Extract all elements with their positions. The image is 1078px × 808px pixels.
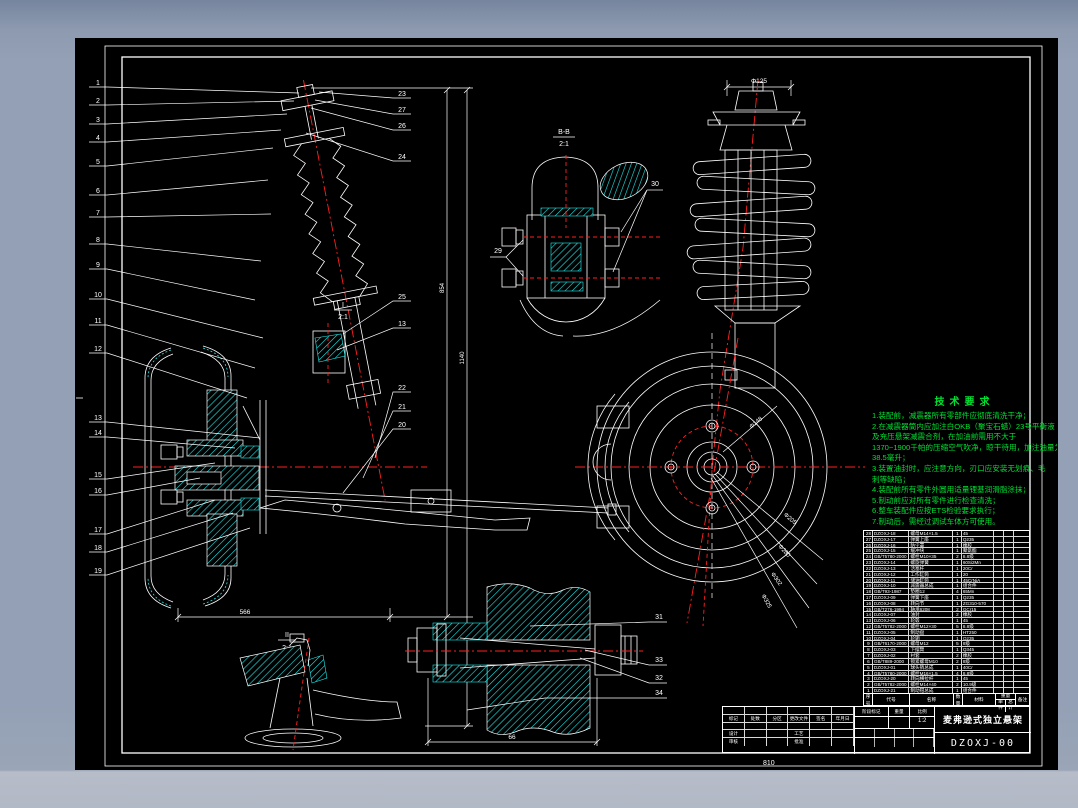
dim-top-diameter: Φ125 [751,78,767,85]
bb-scale: 2:1 [559,141,569,148]
strut-side-view: Φ125 [686,78,816,469]
detail-I-scale: 2:1 [338,314,348,321]
knuckle-detail-view: II 2:1 [239,632,402,751]
sheet-size-note: 810 [763,760,775,767]
bracket-detail-source [312,323,346,383]
hub-brake-section [160,389,267,567]
balloon-24: 24 [398,154,406,161]
tech-requirement-line: 2.在减震器筒内应加注白OKB（聚宝石蜡）23号平衡液 [872,421,1055,431]
title-block: 标记 处数 分区 更改文件号 签名 年月日 设计 工艺 审核 批准 [722,706,1031,754]
balloon-14: 14 [94,430,102,437]
dim-854: 854 [440,282,446,293]
balloon-16: 16 [94,488,102,495]
title-block-stage-area: 阶段标记 重量 比例 1:2 [855,707,935,754]
bb-label: B-B [558,129,570,136]
bom-table: 28 DZOXJ-18 螺母M14×1.5 1 45 27 DZOXJ-17 弹… [863,530,1030,712]
balloon-10: 10 [94,292,102,299]
hub-disc-view: Φ148 Φ205 Φ280 Φ302 Φ325 [575,333,865,629]
balloon-33: 33 [655,657,663,664]
dia-325: Φ325 [760,594,773,610]
balloon-34: 34 [655,690,663,697]
tech-requirement-line: 5.制动前应对所有零件进行检查清洗； [872,495,1000,505]
bom-header: 序号 代号 名称 数量 材料 重量 单件 总计 备注 [863,693,1030,712]
balloon-2: 2 [96,98,100,105]
balloon-21: 21 [398,404,406,411]
balloon-11: 11 [94,318,101,325]
balloon-7: 7 [96,210,100,217]
balloons-right: 23 27 26 24 25 13 22 21 20 [305,91,411,494]
balloon-8: 8 [96,237,100,244]
balloon-4: 4 [96,135,100,142]
tech-requirement-line: 3.装置油封时，应注意方向，刃口应安装无划痕、毛 [872,463,1046,473]
balloon-18: 18 [94,545,102,552]
balloon-23: 23 [398,91,406,98]
tech-requirement-line: 及充压悬架减震合剂，在加油前需用不大于 [872,432,1017,442]
tech-requirements-title: 技术要求 [934,397,995,408]
balloon-12: 12 [94,346,102,353]
bb-detail-view: B-B 2:1 29 30 [490,129,663,337]
balloon-1: 1 [96,80,100,87]
drawing-title: 麦弗逊式独立悬架 [935,707,1031,734]
balloon-9: 9 [96,262,100,269]
balloon-26: 26 [398,123,406,130]
balloon-32: 32 [655,675,663,682]
balloon-17: 17 [94,527,102,534]
dim-566: 566 [240,609,251,616]
bom-rows: 28 DZOXJ-18 螺母M14×1.5 1 45 27 DZOXJ-17 弹… [863,530,1030,694]
detail-I-label: I [342,302,344,309]
balloon-13b: 13 [398,321,406,328]
balloon-15: 15 [94,472,102,479]
detail-II-label: II [285,632,289,639]
technical-requirements: 技术要求 1.装配前，减震器所有零部件应彻底清洗干净； 2.在减震器筒内应加注白O… [872,393,1057,528]
desktop-background: I 2:1 854 1140 566 1 2 3 4 5 6 7 8 9 10 … [0,0,1078,808]
balloon-30: 30 [651,181,659,188]
tech-requirement-line: 6.整车装配件应按ETS检验要求执行； [872,506,1000,516]
balloon-27: 27 [398,107,406,114]
lower-control-arm [259,489,617,531]
dia-302: Φ302 [769,572,783,588]
dim-66: 66 [508,734,516,741]
dim-1140: 1140 [460,351,466,365]
disc-diameter-callouts: Φ148 Φ205 Φ280 Φ302 Φ325 [710,405,824,629]
balloon-31: 31 [655,614,663,621]
balloon-6: 6 [96,188,100,195]
pin-section-view: 66 31 33 32 34 [405,583,667,746]
title-block-name-area: 麦弗逊式独立悬架 DZOXJ-00 [935,707,1031,754]
balloon-5: 5 [96,159,100,166]
balloon-25: 25 [398,294,406,301]
tech-requirement-line: 刺等缺陷； [872,474,910,484]
balloon-29: 29 [494,248,502,255]
balloon-3: 3 [96,117,100,124]
balloon-13: 13 [94,415,102,422]
tech-requirement-line: 4.装配前所有零件外圆用适量锂基润滑脂涂抹； [872,485,1031,495]
balloon-19: 19 [94,568,102,575]
drawing-number: DZOXJ-00 [950,738,1016,750]
strut-assembly [280,80,386,501]
tech-requirement-line: 1370~1900千帕的压缩空气吹净，晾干待用，加注油量为 [872,442,1057,452]
cad-drawing-sheet: I 2:1 854 1140 566 1 2 3 4 5 6 7 8 9 10 … [75,38,1058,770]
title-block-revision-area: 标记 处数 分区 更改文件号 签名 年月日 设计 工艺 审核 批准 [723,707,855,754]
dia-148: Φ148 [749,416,765,431]
drawing-scale: 1:2 [917,718,927,724]
tech-requirement-line: 1.装配前，减震器所有零部件应彻底清洗干净； [872,411,1031,420]
balloon-20: 20 [398,422,406,429]
tech-requirement-line: 7.制动后，需经过调试车体方可使用。 [872,516,1000,526]
tech-requirement-line: 38.5毫升； [872,453,910,463]
tech-requirements-lines: 1.装配前，减震器所有零部件应彻底清洗干净； 2.在减震器筒内应加注白OKB（聚宝… [872,411,1057,528]
balloon-22: 22 [398,385,406,392]
